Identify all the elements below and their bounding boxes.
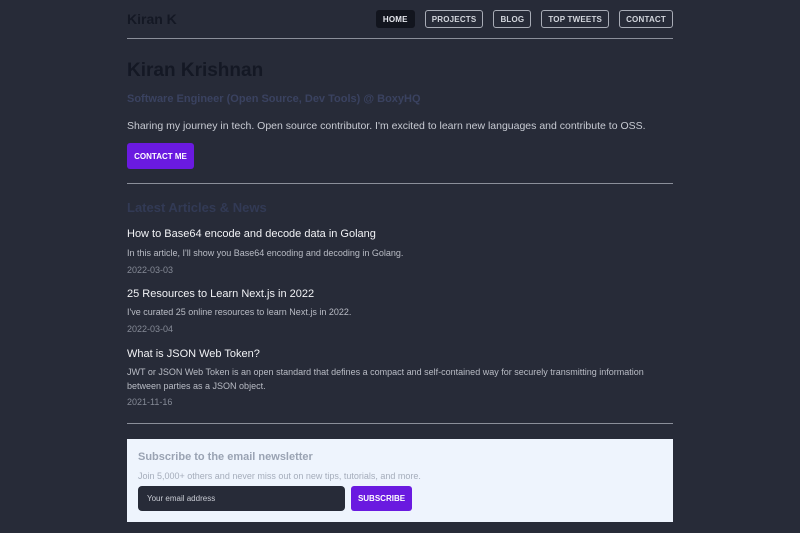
subscribe-button[interactable]: SUBSCRIBE (351, 486, 412, 511)
divider (127, 183, 673, 184)
hero-name: Kiran Krishnan (127, 60, 264, 81)
email-input[interactable]: Your email address (138, 486, 345, 511)
article-title[interactable]: What is JSON Web Token? (127, 348, 260, 360)
site-header: Kiran K HOME PROJECTS BLOG TOP TWEETS CO… (127, 0, 673, 39)
divider (127, 423, 673, 424)
nav-blog[interactable]: BLOG (493, 10, 532, 28)
newsletter-subtitle: Join 5,000+ others and never miss out on… (138, 471, 421, 481)
hero-title: Software Engineer (Open Source, Dev Tool… (127, 93, 421, 105)
nav-home[interactable]: HOME (375, 10, 415, 28)
article-date: 2022-03-04 (127, 324, 174, 334)
articles-section-title: Latest Articles & News (127, 200, 267, 215)
hero-description: Sharing my journey in tech. Open source … (127, 120, 646, 132)
newsletter-title: Subscribe to the email newsletter (138, 451, 313, 463)
article-date: 2022-03-03 (127, 265, 174, 275)
newsletter-box: Subscribe to the email newsletter Join 5… (127, 439, 673, 522)
article-date: 2021-11-16 (127, 397, 173, 407)
nav-contact[interactable]: CONTACT (619, 10, 673, 28)
nav-top-tweets[interactable]: TOP TWEETS (541, 10, 610, 28)
article-title[interactable]: 25 Resources to Learn Next.js in 2022 (127, 288, 314, 300)
article-description: I've curated 25 online resources to lear… (127, 307, 352, 317)
contact-me-button[interactable]: CONTACT ME (127, 143, 194, 169)
site-logo[interactable]: Kiran K (127, 11, 177, 27)
article-description: JWT or JSON Web Token is an open standar… (127, 367, 644, 391)
nav-projects[interactable]: PROJECTS (424, 10, 484, 28)
article-title[interactable]: How to Base64 encode and decode data in … (127, 228, 376, 240)
main-nav: HOME PROJECTS BLOG TOP TWEETS CONTACT (375, 10, 673, 28)
article-description: In this article, I'll show you Base64 en… (127, 248, 404, 258)
